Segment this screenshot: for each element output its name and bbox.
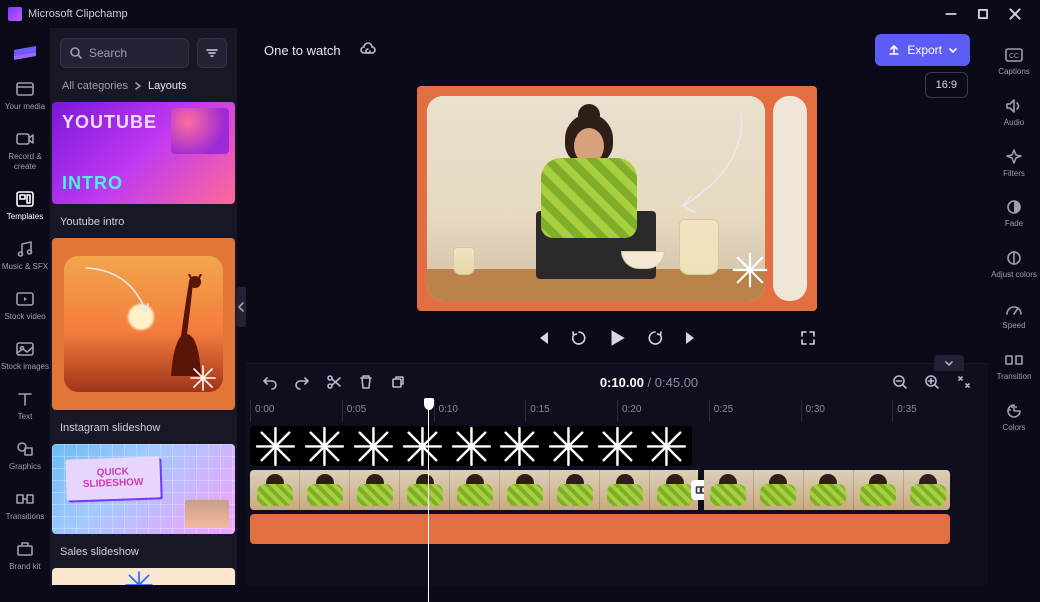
search-icon xyxy=(69,46,83,60)
track-video[interactable] xyxy=(250,470,950,510)
breadcrumb[interactable]: All categories Layouts xyxy=(50,76,237,102)
nav-graphics[interactable]: Graphics xyxy=(0,432,50,482)
cloud-sync-icon[interactable] xyxy=(359,41,377,59)
template-sales-slideshow[interactable]: Quick Slideshow xyxy=(50,444,237,538)
search-placeholder: Search xyxy=(89,46,127,60)
window-minimize-button[interactable] xyxy=(944,7,958,21)
timeline: 0:10.00 / 0:45.00 0:00 0:05 0:10 0:15 0:… xyxy=(246,363,988,585)
svg-text:CC: CC xyxy=(1009,53,1019,60)
ruler-tick: 0:00 xyxy=(250,400,342,422)
delete-button[interactable] xyxy=(358,374,374,390)
project-title[interactable]: One to watch xyxy=(264,43,341,58)
nav-transitions[interactable]: Transitions xyxy=(0,482,50,532)
template-title: Youtube intro xyxy=(50,208,237,238)
left-nav: Your media Record & create Templates Mus… xyxy=(0,28,50,585)
nav-music-sfx[interactable]: Music & SFX xyxy=(0,232,50,282)
tracks-container xyxy=(246,422,988,585)
template-youtube-intro[interactable]: YOUTUBE INTRO xyxy=(50,102,237,208)
rail-transition[interactable]: Transition xyxy=(988,341,1040,392)
search-input[interactable]: Search xyxy=(60,38,189,68)
timeline-expand-handle[interactable] xyxy=(934,355,964,371)
split-button[interactable] xyxy=(326,374,342,390)
filter-icon xyxy=(205,46,219,60)
nav-templates[interactable]: Templates xyxy=(0,182,50,232)
sparkle-overlay-icon xyxy=(731,251,769,289)
chevron-left-icon xyxy=(237,302,245,312)
playback-controls xyxy=(417,327,817,349)
playhead-line xyxy=(428,400,429,602)
timeline-toolbar: 0:10.00 / 0:45.00 xyxy=(246,364,988,400)
app-logo-icon xyxy=(8,7,22,21)
video-clip-b[interactable] xyxy=(704,470,950,510)
right-rail: CCCaptions Audio Filters Fade Adjust col… xyxy=(988,28,1040,585)
export-button[interactable]: Export xyxy=(875,34,970,66)
nav-brand-kit[interactable]: Brand kit xyxy=(0,532,50,582)
fullscreen-button[interactable] xyxy=(799,329,817,347)
template-instagram-slideshow[interactable] xyxy=(50,238,237,414)
chevron-right-icon xyxy=(134,82,142,90)
filter-button[interactable] xyxy=(197,38,227,68)
sparkle-icon xyxy=(189,364,217,392)
template-title: Sales slideshow xyxy=(50,538,237,568)
nav-stock-images[interactable]: Stock images xyxy=(0,332,50,382)
skip-back-button[interactable] xyxy=(534,329,552,347)
ruler-tick: 0:20 xyxy=(617,400,709,422)
ruler-tick: 0:30 xyxy=(801,400,893,422)
chevron-down-icon xyxy=(943,358,955,368)
zoom-out-button[interactable] xyxy=(892,374,908,390)
zoom-fit-button[interactable] xyxy=(956,374,972,390)
upload-icon xyxy=(887,43,901,57)
main-area: One to watch Export 16:9 xyxy=(246,28,988,585)
preview-player[interactable] xyxy=(417,86,817,311)
nav-stock-video[interactable]: Stock video xyxy=(0,282,50,332)
arrow-overlay-icon xyxy=(663,106,753,226)
forward-button[interactable] xyxy=(646,329,664,347)
panel-collapse-button[interactable] xyxy=(236,287,246,327)
ruler-tick: 0:25 xyxy=(709,400,801,422)
play-button[interactable] xyxy=(606,327,628,349)
titlebar: Microsoft Clipchamp xyxy=(0,0,1040,28)
rail-adjust-colors[interactable]: Adjust colors xyxy=(988,239,1040,290)
rail-colors[interactable]: Colors xyxy=(988,392,1040,443)
topbar: One to watch Export xyxy=(246,28,988,72)
aspect-ratio-badge[interactable]: 16:9 xyxy=(925,72,968,98)
nav-record-create[interactable]: Record & create xyxy=(0,122,50,182)
ruler-tick: 0:05 xyxy=(342,400,434,422)
window-close-button[interactable] xyxy=(1008,7,1022,21)
ruler-tick: 0:35 xyxy=(892,400,984,422)
undo-button[interactable] xyxy=(262,374,278,390)
timeline-ruler[interactable]: 0:00 0:05 0:10 0:15 0:20 0:25 0:30 0:35 xyxy=(246,400,988,422)
rail-fade[interactable]: Fade xyxy=(988,188,1040,239)
video-clip-a[interactable] xyxy=(250,470,698,510)
export-label: Export xyxy=(907,43,942,57)
rewind-button[interactable] xyxy=(570,329,588,347)
rail-speed[interactable]: Speed xyxy=(988,290,1040,341)
ruler-tick: 0:10 xyxy=(434,400,526,422)
rail-filters[interactable]: Filters xyxy=(988,138,1040,189)
redo-button[interactable] xyxy=(294,374,310,390)
ruler-tick: 0:15 xyxy=(525,400,617,422)
zoom-in-button[interactable] xyxy=(924,374,940,390)
breadcrumb-root[interactable]: All categories xyxy=(62,80,128,92)
template-intro[interactable]: INTRO xyxy=(50,568,237,585)
window-maximize-button[interactable] xyxy=(976,7,990,21)
template-title: Instagram slideshow xyxy=(50,414,237,444)
rail-audio[interactable]: Audio xyxy=(988,87,1040,138)
breadcrumb-current: Layouts xyxy=(148,80,187,92)
duplicate-button[interactable] xyxy=(390,374,406,390)
app-mark-icon xyxy=(11,40,39,62)
rail-captions[interactable]: CCCaptions xyxy=(988,36,1040,87)
time-readout: 0:10.00 / 0:45.00 xyxy=(422,375,876,390)
track-background[interactable] xyxy=(250,514,950,544)
skip-forward-button[interactable] xyxy=(682,329,700,347)
templates-panel: Search All categories Layouts YOUTUBE IN… xyxy=(50,28,237,585)
app-title: Microsoft Clipchamp xyxy=(28,8,934,20)
nav-text[interactable]: Text xyxy=(0,382,50,432)
chevron-down-icon xyxy=(948,45,958,55)
track-overlay-sparkles[interactable] xyxy=(250,426,692,466)
nav-your-media[interactable]: Your media xyxy=(0,72,50,122)
playhead[interactable] xyxy=(424,398,434,410)
